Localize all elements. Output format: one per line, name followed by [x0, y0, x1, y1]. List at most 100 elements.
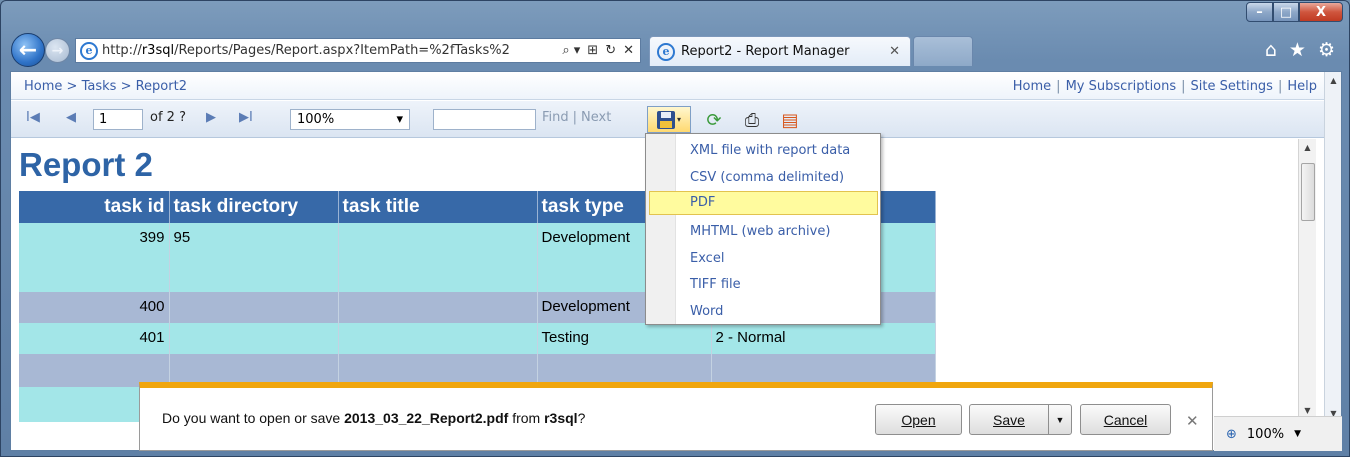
- cell-task-directory: [169, 323, 339, 354]
- open-button[interactable]: Open: [875, 404, 962, 435]
- menu-item-xml[interactable]: XML file with report data: [649, 139, 878, 163]
- page-number-input[interactable]: [93, 109, 143, 130]
- export-format-menu: XML file with report data CSV (comma del…: [645, 133, 881, 325]
- close-window-button[interactable]: X: [1299, 2, 1343, 22]
- column-header-task-id: task id: [19, 191, 170, 223]
- scroll-thumb[interactable]: [1301, 163, 1315, 221]
- status-bar-zoom[interactable]: ⊕ 100% ▼: [1214, 416, 1342, 451]
- menu-item-excel[interactable]: Excel: [649, 247, 878, 271]
- find-separator: |: [572, 110, 578, 125]
- zoom-icon: ⊕: [1226, 426, 1237, 442]
- home-icon[interactable]: ⌂: [1265, 39, 1277, 61]
- address-url[interactable]: http://r3sql/Reports/Pages/Report.aspx?I…: [102, 43, 562, 58]
- link-home[interactable]: Home: [1013, 79, 1051, 94]
- minimize-button[interactable]: –: [1246, 2, 1273, 22]
- navigation-bar: ← → e http://r3sql/Reports/Pages/Report.…: [9, 31, 1343, 71]
- ie-tab-icon: e: [657, 42, 675, 61]
- breadcrumb-separator: >: [120, 79, 132, 94]
- link-site-settings[interactable]: Site Settings: [1191, 79, 1273, 94]
- atom-feed-icon[interactable]: ▤: [779, 109, 801, 131]
- forward-button[interactable]: →: [45, 38, 70, 63]
- breadcrumb-report2[interactable]: Report2: [136, 79, 187, 94]
- cell-task-id: 401: [19, 323, 170, 354]
- report-manager-header: Home > Tasks > Report2 Home | My Subscript…: [11, 72, 1325, 100]
- link-help[interactable]: Help: [1287, 79, 1317, 94]
- breadcrumb-tasks[interactable]: Tasks: [82, 79, 117, 94]
- cell-task-id: 400: [19, 292, 170, 323]
- url-scheme: http://: [102, 43, 142, 58]
- column-header-task-directory: task directory: [169, 191, 339, 223]
- print-icon[interactable]: ⎙: [741, 109, 763, 131]
- compatibility-view-icon[interactable]: ⊞: [587, 43, 598, 58]
- message-prefix: Do you want to open or save: [162, 410, 345, 426]
- download-filename: 2013_03_22_Report2.pdf: [344, 410, 509, 426]
- cell-priority: 2 - Normal: [711, 323, 936, 354]
- back-button[interactable]: ←: [11, 33, 45, 67]
- report-scrollbar[interactable]: ▲ ▼: [1298, 139, 1316, 419]
- save-button[interactable]: Save: [969, 404, 1049, 435]
- zoom-level: 100%: [1246, 426, 1285, 442]
- link-my-subscriptions[interactable]: My Subscriptions: [1066, 79, 1177, 94]
- open-label: Open: [901, 411, 936, 428]
- zoom-select[interactable]: 100% ▾: [290, 109, 410, 130]
- url-path: /Reports/Pages/Report.aspx?ItemPath=%2fT…: [174, 43, 510, 58]
- find-link[interactable]: Find: [542, 110, 569, 125]
- browser-tools: ⌂ ★ ⚙: [1265, 39, 1335, 61]
- find-next-link[interactable]: Next: [581, 110, 611, 125]
- cell-task-type: Testing: [537, 323, 712, 354]
- save-options-button[interactable]: ▼: [1048, 404, 1072, 435]
- close-notification-icon[interactable]: ✕: [1186, 412, 1199, 430]
- breadcrumb: Home > Tasks > Report2: [24, 79, 187, 94]
- chevron-down-icon: ▾: [396, 112, 403, 127]
- save-disk-icon: [656, 110, 675, 129]
- page-scrollbar[interactable]: ▲ ▼: [1324, 72, 1341, 450]
- new-tab-button[interactable]: [913, 36, 973, 66]
- report-manager-links: Home | My Subscriptions | Site Settings | Help: [1013, 79, 1317, 94]
- link-separator: |: [1181, 79, 1186, 94]
- search-icon[interactable]: ⌕ ▾: [562, 43, 580, 58]
- link-separator: |: [1056, 79, 1061, 94]
- column-header-task-title: task title: [338, 191, 538, 223]
- address-tools: ⌕ ▾ ⊞ ↻ ✕: [562, 43, 640, 58]
- window-controls: – □ X: [1246, 2, 1343, 22]
- menu-item-word[interactable]: Word: [649, 300, 878, 324]
- refresh-report-icon[interactable]: ⟳: [703, 109, 725, 131]
- find-input[interactable]: [433, 109, 536, 130]
- report-title: Report 2: [19, 146, 153, 183]
- address-bar[interactable]: e http://r3sql/Reports/Pages/Report.aspx…: [75, 38, 641, 63]
- last-page-icon[interactable]: ▶I: [239, 110, 253, 125]
- page-count: of 2 ?: [150, 110, 186, 125]
- cell-task-id: 399: [19, 223, 170, 292]
- cancel-button[interactable]: Cancel: [1080, 404, 1171, 435]
- export-button[interactable]: ▾: [647, 106, 691, 133]
- maximize-button[interactable]: □: [1273, 2, 1299, 22]
- previous-page-icon[interactable]: ◀: [66, 110, 76, 125]
- chevron-down-icon[interactable]: ▼: [1294, 429, 1301, 439]
- table-row: 401 Testing 2 - Normal: [19, 323, 936, 354]
- menu-item-mhtml[interactable]: MHTML (web archive): [649, 220, 878, 244]
- ie-page-icon: e: [80, 41, 98, 60]
- scroll-up-icon[interactable]: ▲: [1299, 139, 1316, 156]
- gear-icon[interactable]: ⚙: [1318, 39, 1335, 61]
- save-label: Save: [993, 411, 1025, 428]
- favorites-icon[interactable]: ★: [1289, 39, 1306, 61]
- zoom-value: 100%: [297, 112, 335, 127]
- menu-item-tiff[interactable]: TIFF file: [649, 273, 878, 297]
- breadcrumb-separator: >: [66, 79, 78, 94]
- breadcrumb-home[interactable]: Home: [24, 79, 62, 94]
- next-page-icon[interactable]: ▶: [206, 110, 216, 125]
- cell-task-title: [338, 223, 538, 292]
- tab-close-icon[interactable]: ✕: [889, 44, 900, 59]
- scroll-up-icon[interactable]: ▲: [1325, 72, 1341, 89]
- browser-tab[interactable]: e Report2 - Report Manager ✕: [649, 36, 911, 66]
- menu-item-csv[interactable]: CSV (comma delimited): [649, 166, 878, 190]
- first-page-icon[interactable]: I◀: [26, 110, 40, 125]
- menu-item-pdf[interactable]: PDF: [649, 191, 878, 215]
- stop-icon[interactable]: ✕: [623, 43, 634, 58]
- browser-window: – □ X ← → e http://r3sql/Reports/Pages/R…: [0, 0, 1350, 457]
- tab-title: Report2 - Report Manager: [681, 44, 850, 59]
- download-message: Do you want to open or save 2013_03_22_R…: [162, 410, 585, 426]
- refresh-icon[interactable]: ↻: [605, 43, 616, 58]
- cell-task-title: [338, 292, 538, 323]
- url-host: r3sql: [141, 43, 175, 58]
